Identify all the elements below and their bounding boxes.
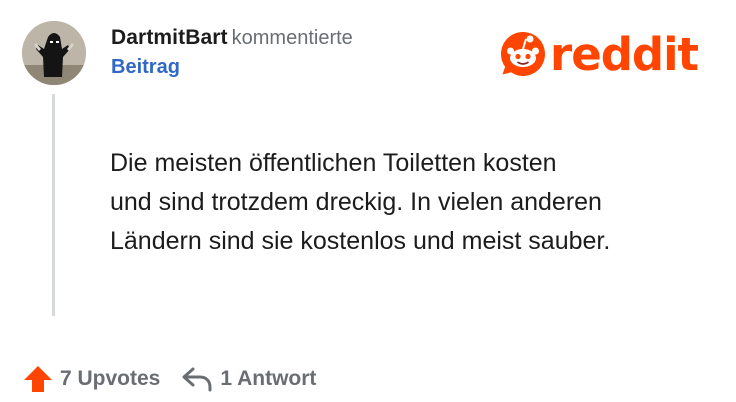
avatar[interactable]: [22, 21, 86, 85]
comment-footer: 7 Upvotes 1 Antwort: [22, 362, 316, 396]
comment-header: DartmitBart kommentierte Beitrag: [111, 26, 451, 79]
upvote-count: 7 Upvotes: [60, 367, 161, 390]
reddit-comment-card: DartmitBart kommentierte Beitrag reddit D…: [0, 0, 736, 402]
comment-body-line: Die meisten öffentlichen Toiletten koste…: [110, 149, 557, 177]
avatar-image: [22, 21, 86, 85]
reply-count: 1 Antwort: [220, 367, 317, 390]
thread-line[interactable]: [52, 94, 55, 316]
reddit-wordmark: reddit: [550, 27, 699, 81]
upvote-button[interactable]: 7 Upvotes: [22, 363, 160, 395]
comment-body: Die meisten öffentlichen Toiletten koste…: [110, 144, 710, 261]
reply-button[interactable]: 1 Antwort: [180, 365, 316, 393]
reddit-logo: reddit: [498, 27, 699, 81]
comment-body-line: und sind trotzdem dreckig. In vielen and…: [110, 188, 602, 216]
reply-arrow-icon: [182, 367, 212, 392]
username[interactable]: DartmitBart: [111, 26, 228, 49]
post-link[interactable]: Beitrag: [111, 56, 451, 79]
upvote-arrow-icon[interactable]: [22, 363, 54, 395]
reddit-snoo-icon: [501, 32, 545, 76]
action-text: kommentierte: [231, 27, 353, 49]
comment-body-line: Ländern sind sie kostenlos und meist sau…: [110, 227, 611, 255]
